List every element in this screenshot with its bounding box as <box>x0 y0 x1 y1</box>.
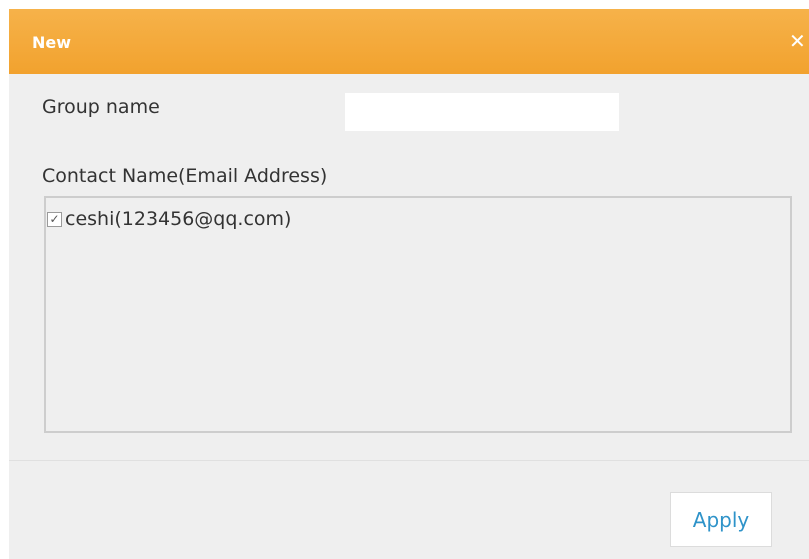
dialog-title: New <box>32 33 72 52</box>
apply-button[interactable]: Apply <box>670 492 772 547</box>
dialog-titlebar: New ✕ <box>9 9 809 74</box>
contact-checkbox[interactable]: ✓ <box>47 211 62 227</box>
new-group-dialog: New ✕ Group name Contact Name(Email Addr… <box>9 9 809 559</box>
contact-label: ceshi(123456@qq.com) <box>65 208 292 230</box>
contact-list-item[interactable]: ✓ ceshi(123456@qq.com) <box>47 208 291 230</box>
contact-list-label: Contact Name(Email Address) <box>42 165 328 187</box>
group-name-label: Group name <box>42 96 160 118</box>
close-icon[interactable]: ✕ <box>789 31 809 51</box>
footer-divider <box>9 460 809 461</box>
group-name-input[interactable] <box>345 93 619 131</box>
contact-list[interactable]: ✓ ceshi(123456@qq.com) <box>44 196 792 433</box>
